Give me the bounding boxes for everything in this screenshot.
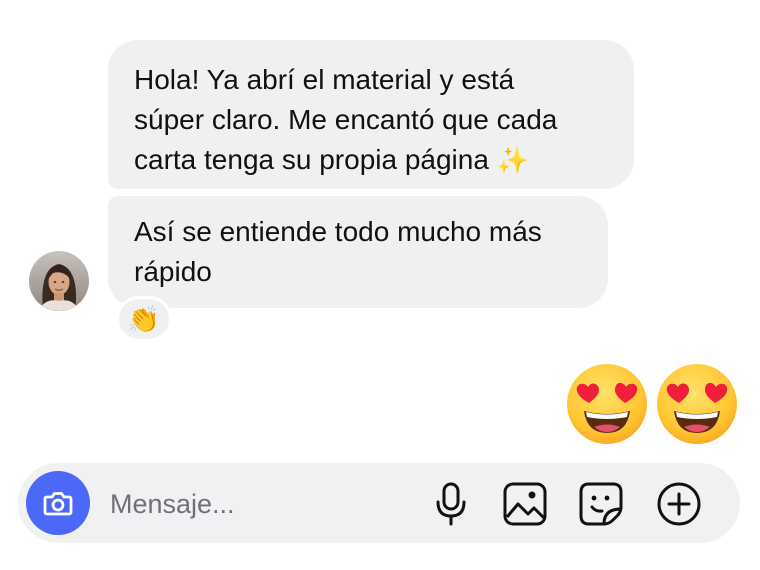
message-composer: [18, 463, 740, 543]
microphone-icon: [436, 482, 466, 526]
image-icon: [503, 482, 547, 526]
image-button[interactable]: [502, 481, 548, 527]
clapping-hands-emoji: 👏: [127, 303, 161, 334]
plus-icon: [657, 482, 701, 526]
heart-eyes-emoji: [657, 364, 737, 444]
message-outgoing-emoji[interactable]: [566, 363, 738, 445]
heart-eyes-emoji: [567, 364, 647, 444]
message-text: Así se entiende todo mucho más rápido: [134, 216, 542, 287]
camera-button[interactable]: [26, 471, 90, 535]
message-bubble-incoming[interactable]: Hola! Ya abrí el material y está súper c…: [108, 40, 634, 189]
sticker-button[interactable]: [578, 481, 624, 527]
microphone-button[interactable]: [428, 481, 474, 527]
camera-icon: [43, 492, 73, 516]
chat-screen: Hola! Ya abrí el material y está súper c…: [0, 0, 760, 570]
message-bubble-incoming[interactable]: Así se entiende todo mucho más rápido: [108, 196, 608, 308]
sparkles-emoji: ✨: [496, 145, 530, 175]
message-input[interactable]: [108, 481, 402, 527]
plus-button[interactable]: [656, 481, 702, 527]
avatar-image: [29, 251, 89, 311]
sticker-icon: [579, 482, 623, 526]
reaction-badge[interactable]: 👏: [116, 296, 172, 342]
message-text: Hola! Ya abrí el material y está súper c…: [134, 64, 558, 175]
avatar[interactable]: [29, 251, 89, 311]
